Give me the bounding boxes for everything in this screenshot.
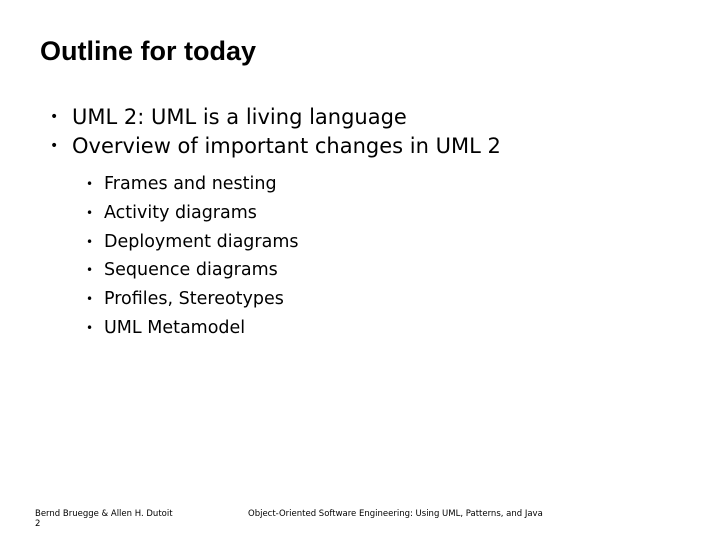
slide-title: Outline for today <box>40 36 256 66</box>
footer-book-title: Object-Oriented Software Engineering: Us… <box>248 509 543 519</box>
sub-bullet-item: • Deployment diagrams <box>82 228 299 257</box>
sub-bullet-text: Profiles, Stereotypes <box>104 289 284 310</box>
footer-left: Bernd Bruegge & Allen H. Dutoit 2 <box>35 509 173 529</box>
main-bullet-list: • UML 2: UML is a living language • Over… <box>46 103 501 161</box>
bullet-item: • Overview of important changes in UML 2 <box>46 132 501 161</box>
sub-bullet-item: • Sequence diagrams <box>82 256 299 285</box>
sub-bullet-item: • Activity diagrams <box>82 199 299 228</box>
sub-bullet-text: Deployment diagrams <box>104 231 299 252</box>
sub-bullet-text: Frames and nesting <box>104 174 277 194</box>
bullet-icon: • <box>50 109 59 125</box>
page-number: 2 <box>35 519 41 529</box>
bullet-icon: • <box>86 292 94 307</box>
bullet-icon: • <box>86 234 94 249</box>
bullet-text: Overview of important changes in UML 2 <box>72 134 501 158</box>
sub-bullet-item: • UML Metamodel <box>82 314 299 343</box>
bullet-text: UML 2: UML is a living language <box>72 105 407 129</box>
sub-bullet-text: Sequence diagrams <box>104 260 278 281</box>
sub-bullet-item: • Profiles, Stereotypes <box>82 285 299 314</box>
bullet-item: • UML 2: UML is a living language <box>46 103 501 132</box>
bullet-icon: • <box>86 263 94 278</box>
bullet-icon: • <box>86 177 94 191</box>
sub-bullet-item: • Frames and nesting <box>82 170 299 199</box>
footer-authors: Bernd Bruegge & Allen H. Dutoit <box>35 509 173 519</box>
bullet-icon: • <box>50 138 59 154</box>
bullet-icon: • <box>86 205 94 220</box>
sub-bullet-list: • Frames and nesting • Activity diagrams… <box>82 170 299 343</box>
sub-bullet-text: Activity diagrams <box>104 202 257 223</box>
sub-bullet-text: UML Metamodel <box>104 317 246 338</box>
bullet-icon: • <box>86 320 94 335</box>
